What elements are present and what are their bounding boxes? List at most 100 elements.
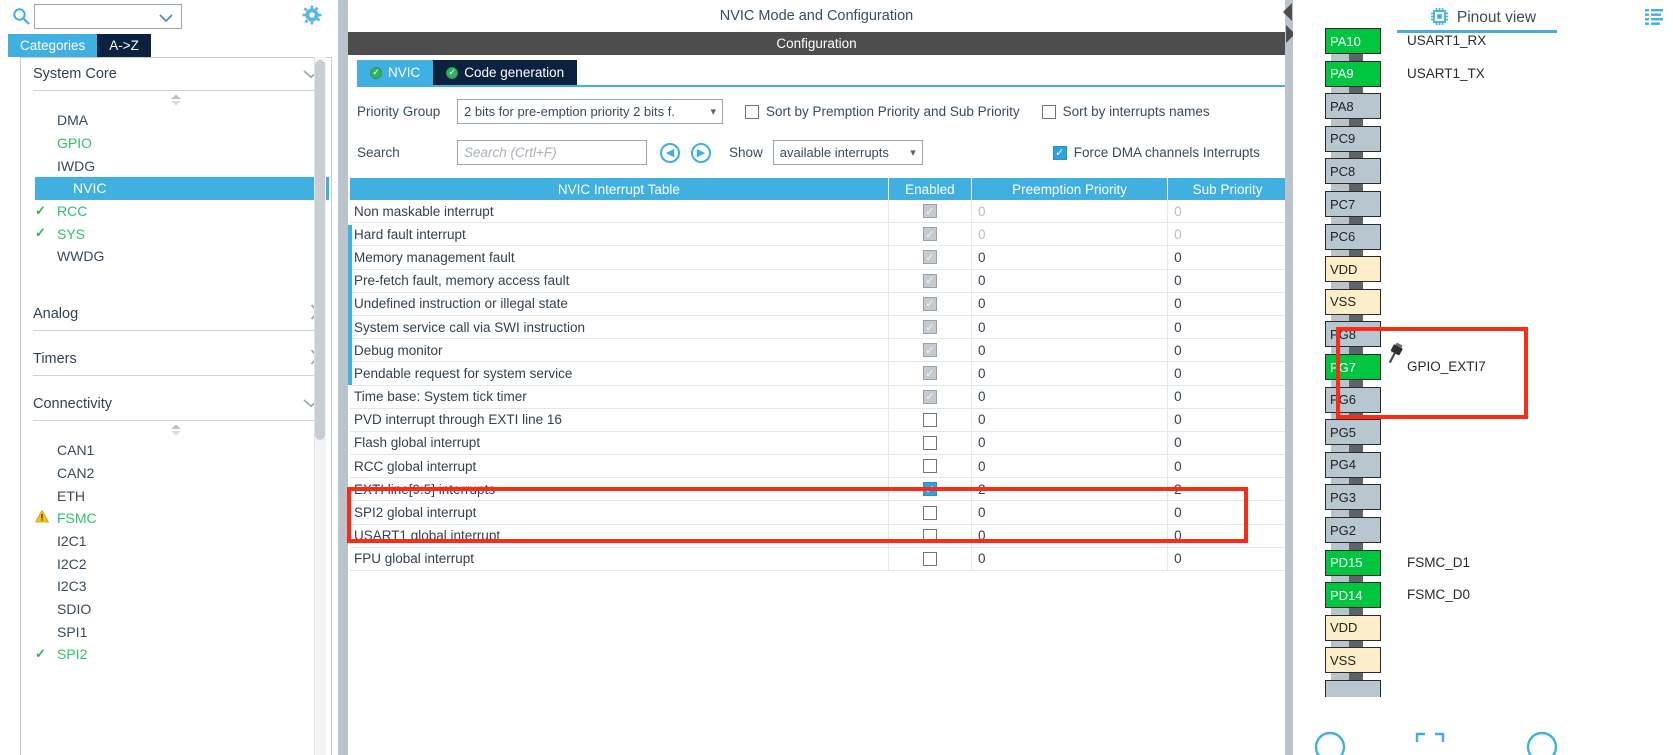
pin-pg8[interactable]: PG8 — [1325, 321, 1381, 348]
fit-to-screen-icon[interactable] — [1415, 732, 1445, 755]
sort-names-checkbox[interactable] — [1041, 104, 1056, 119]
preemption-priority-cell[interactable]: 0 — [972, 246, 1169, 269]
group-analog[interactable]: Analog — [33, 298, 319, 331]
table-row[interactable]: Flash global interrupt 0 0 — [350, 431, 1287, 456]
pin-pa9[interactable]: PA9 — [1325, 60, 1381, 87]
sidebar-item-rcc[interactable]: ✓ RCC — [21, 200, 331, 223]
enabled-cell[interactable]: ✓ — [889, 385, 972, 408]
enabled-checkbox[interactable] — [922, 505, 937, 520]
preemption-priority-cell[interactable]: 0 — [972, 547, 1169, 570]
scroll-spinner-connectivity[interactable] — [21, 421, 331, 439]
enabled-cell[interactable] — [889, 524, 972, 547]
enabled-checkbox[interactable]: ✓ — [922, 482, 937, 497]
sub-priority-cell[interactable]: 0 — [1168, 385, 1287, 408]
pin-pg7[interactable]: PG7 — [1325, 354, 1381, 380]
column-header-preemption-priority[interactable]: Preemption Priority — [972, 178, 1169, 200]
table-row[interactable]: Undefined instruction or illegal state ✓ 0… — [350, 292, 1287, 316]
search-icon[interactable] — [8, 7, 34, 25]
sub-priority-cell[interactable]: 0 — [1168, 362, 1287, 385]
sort-premption-checkbox[interactable] — [745, 104, 759, 119]
sidebar-item-gpio[interactable]: GPIO — [21, 132, 331, 155]
pin-vdd[interactable]: VDD — [1325, 256, 1381, 283]
pin-pg6[interactable]: PG6 — [1325, 386, 1381, 413]
table-row[interactable]: FPU global interrupt 0 0 — [350, 547, 1287, 571]
group-system-core[interactable]: System Core — [33, 58, 319, 91]
enabled-checkbox[interactable] — [922, 551, 937, 566]
sidebar-item-wwdg[interactable]: WWDG — [21, 245, 331, 268]
table-row[interactable]: RCC global interrupt 0 0 — [350, 455, 1287, 479]
enabled-cell[interactable]: ✓ — [889, 478, 972, 501]
zoom-out-icon[interactable] — [1313, 730, 1347, 755]
sort-names-checkbox-row[interactable]: Sort by interrupts names — [1041, 104, 1210, 119]
pin-pa8[interactable]: PA8 — [1325, 93, 1381, 120]
chevron-right-circle-icon[interactable]: ▶ — [691, 142, 711, 163]
table-row[interactable]: EXTI line[9:5] interrupts ✓ 2 2 — [350, 478, 1287, 502]
scroll-spinner-system-core[interactable] — [21, 91, 331, 109]
enabled-cell[interactable]: ✓ — [889, 223, 972, 246]
table-row[interactable]: USART1 global interrupt 0 0 — [350, 524, 1287, 548]
pin-pg2[interactable]: PG2 — [1325, 517, 1381, 543]
tab-categories[interactable]: Categories — [8, 34, 98, 57]
enabled-checkbox[interactable] — [922, 528, 937, 543]
table-row[interactable]: PVD interrupt through EXTI line 16 0 0 — [350, 408, 1287, 432]
preemption-priority-cell[interactable]: 0 — [972, 408, 1169, 431]
force-dma-checkbox-row[interactable]: ✓ Force DMA channels Interrupts — [1052, 145, 1260, 160]
sub-priority-cell[interactable]: 0 — [1168, 292, 1287, 315]
table-row[interactable]: Debug monitor ✓ 0 0 — [350, 339, 1287, 363]
sidebar-item-i2c1[interactable]: I2C1 — [21, 530, 331, 553]
sub-priority-cell[interactable]: 0 — [1168, 269, 1287, 292]
enabled-cell[interactable] — [889, 431, 972, 455]
enabled-checkbox[interactable] — [922, 459, 937, 474]
table-row[interactable]: System service call via SWI instruction ✓… — [350, 315, 1287, 340]
group-connectivity[interactable]: Connectivity — [33, 388, 319, 421]
sidebar-item-dma[interactable]: DMA — [21, 109, 331, 132]
show-select[interactable]: available interrupts ▾ — [772, 140, 923, 165]
enabled-cell[interactable] — [889, 408, 972, 431]
enabled-cell[interactable]: ✓ — [889, 246, 972, 269]
pin-vss[interactable]: VSS — [1325, 647, 1381, 674]
preemption-priority-cell[interactable]: 0 — [972, 315, 1169, 339]
zoom-in-icon[interactable] — [1525, 730, 1559, 755]
pin-pg5[interactable]: PG5 — [1325, 419, 1381, 446]
main-pinout-divider[interactable] — [1285, 0, 1293, 755]
gear-icon[interactable] — [302, 5, 322, 28]
preemption-priority-cell[interactable]: 0 — [972, 501, 1169, 524]
sidebar-item-iwdg[interactable]: IWDG — [21, 154, 331, 177]
sub-priority-cell[interactable]: 0 — [1168, 501, 1287, 524]
sub-priority-cell[interactable]: 0 — [1168, 455, 1287, 478]
sort-premption-checkbox-row[interactable]: Sort by Premption Priority and Sub Prior… — [745, 104, 1020, 119]
enabled-checkbox[interactable] — [922, 435, 937, 450]
pin-pc6[interactable]: PC6 — [1325, 223, 1381, 250]
preemption-priority-cell[interactable]: 0 — [972, 362, 1169, 385]
enabled-cell[interactable] — [889, 547, 972, 570]
table-row[interactable]: SPI2 global interrupt 0 0 — [350, 501, 1287, 525]
sub-priority-cell[interactable]: 0 — [1168, 223, 1287, 246]
pin-pc7[interactable]: PC7 — [1325, 191, 1381, 217]
ip-search-combo[interactable] — [34, 3, 182, 29]
sub-priority-cell[interactable]: 0 — [1168, 431, 1287, 455]
sidebar-item-can2[interactable]: CAN2 — [21, 462, 331, 485]
enabled-cell[interactable]: ✓ — [889, 339, 972, 362]
pin-pg3[interactable]: PG3 — [1325, 484, 1381, 511]
sub-priority-cell[interactable]: 0 — [1168, 547, 1287, 570]
preemption-priority-cell[interactable]: 0 — [972, 339, 1169, 362]
table-row[interactable]: Memory management fault ✓ 0 0 — [350, 246, 1287, 270]
sidebar-main-divider[interactable] — [338, 0, 348, 755]
sidebar-scrollbar-thumb[interactable] — [315, 60, 325, 440]
enabled-cell[interactable]: ✓ — [889, 269, 972, 292]
enabled-cell[interactable] — [889, 455, 972, 478]
sub-priority-cell[interactable]: 0 — [1168, 408, 1287, 431]
enabled-cell[interactable]: ✓ — [889, 200, 972, 223]
pin-vdd[interactable]: VDD — [1325, 614, 1381, 641]
sidebar-item-fsmc[interactable]: FSMC — [21, 507, 331, 530]
sub-priority-cell[interactable]: 0 — [1168, 200, 1287, 223]
pin-vss[interactable]: VSS — [1325, 288, 1381, 315]
preemption-priority-cell[interactable]: 0 — [972, 269, 1169, 292]
preemption-priority-cell[interactable]: 0 — [972, 524, 1169, 547]
sub-priority-cell[interactable]: 0 — [1168, 524, 1287, 547]
sidebar-item-i2c2[interactable]: I2C2 — [21, 552, 331, 575]
column-header-sub-priority[interactable]: Sub Priority — [1168, 178, 1287, 200]
preemption-priority-cell[interactable]: 0 — [972, 455, 1169, 478]
enabled-cell[interactable]: ✓ — [889, 292, 972, 315]
enabled-cell[interactable]: ✓ — [889, 315, 972, 339]
